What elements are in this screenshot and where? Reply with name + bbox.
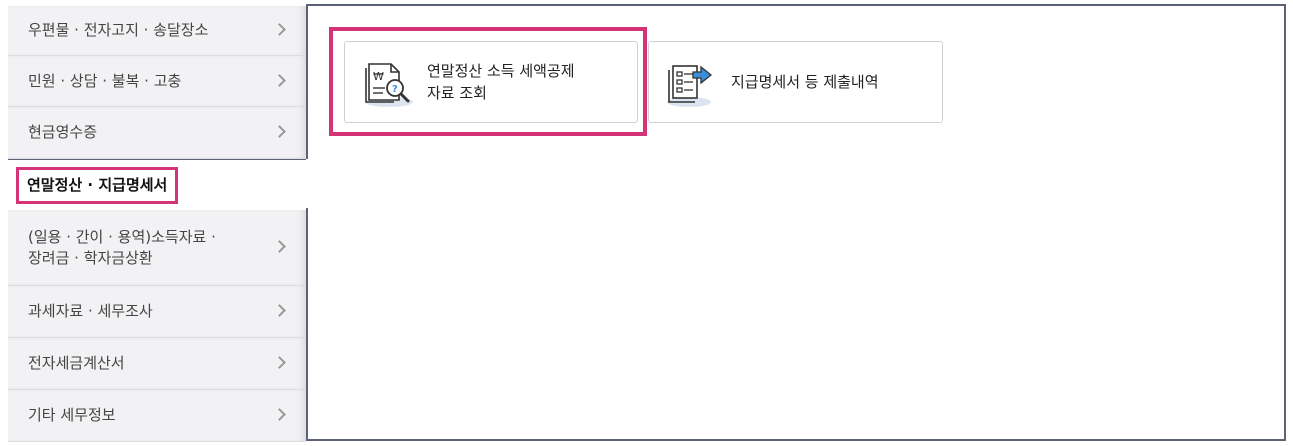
chevron-right-icon [273, 304, 286, 317]
sidebar-item-label: 전자세금계산서 [28, 354, 125, 372]
chevron-right-icon [273, 23, 286, 36]
chevron-right-icon [273, 125, 286, 138]
chevron-right-icon [273, 73, 286, 87]
sidebar-item-label: 연말정산 · 지급명세서 [16, 166, 179, 204]
sidebar-item-mail[interactable]: 우편물 · 전자고지 · 송달장소 [8, 6, 306, 56]
sidebar-item-label: 기타 세무정보 [28, 406, 116, 424]
sidebar-item-cash-receipt[interactable]: 현금영수증 [8, 107, 306, 159]
highlight-box [329, 27, 647, 136]
sidebar-item-label: 현금영수증 [28, 123, 98, 141]
chevron-right-icon [273, 408, 286, 421]
sidebar-item-label: 민원 · 상담 · 불복 · 고충 [28, 71, 182, 90]
sidebar-item-tax-audit[interactable]: 과세자료 · 세무조사 [8, 286, 306, 338]
sidebar-item-label: 과세자료 · 세무조사 [28, 302, 153, 320]
sidebar-item-label: 우편물 · 전자고지 · 송달장소 [28, 21, 209, 39]
sidebar-item-income-data[interactable]: (일용 · 간이 · 용역)소득자료 · 장려금 · 학자금상환 [8, 210, 306, 286]
document-submit-icon [663, 52, 723, 112]
sidebar-item-e-tax-invoice[interactable]: 전자세금계산서 [8, 338, 306, 390]
sidebar-item-label-line2: 장려금 · 학자금상환 [28, 248, 153, 267]
sidebar-item-civil[interactable]: 민원 · 상담 · 불복 · 고충 [8, 56, 306, 107]
chevron-right-icon [273, 356, 286, 369]
card-label: 지급명세서 등 제출내역 [731, 73, 879, 91]
sidebar-item-label: (일용 · 간이 · 용역)소득자료 · 장려금 · 학자금상환 [28, 227, 216, 269]
panel-border [306, 4, 308, 159]
sidebar-item-other-tax-info[interactable]: 기타 세무정보 [8, 390, 306, 442]
sidebar-menu: 우편물 · 전자고지 · 송달장소 민원 · 상담 · 불복 · 고충 현금영수… [8, 6, 308, 442]
sidebar-item-label-line1: (일용 · 간이 · 용역)소득자료 · [28, 227, 216, 246]
sidebar-item-year-end-settlement[interactable]: 연말정산 · 지급명세서 [8, 159, 308, 210]
card-payment-statement-submission[interactable]: 지급명세서 등 제출내역 [648, 41, 943, 123]
chevron-right-icon [273, 240, 286, 253]
panel-border [306, 208, 308, 441]
